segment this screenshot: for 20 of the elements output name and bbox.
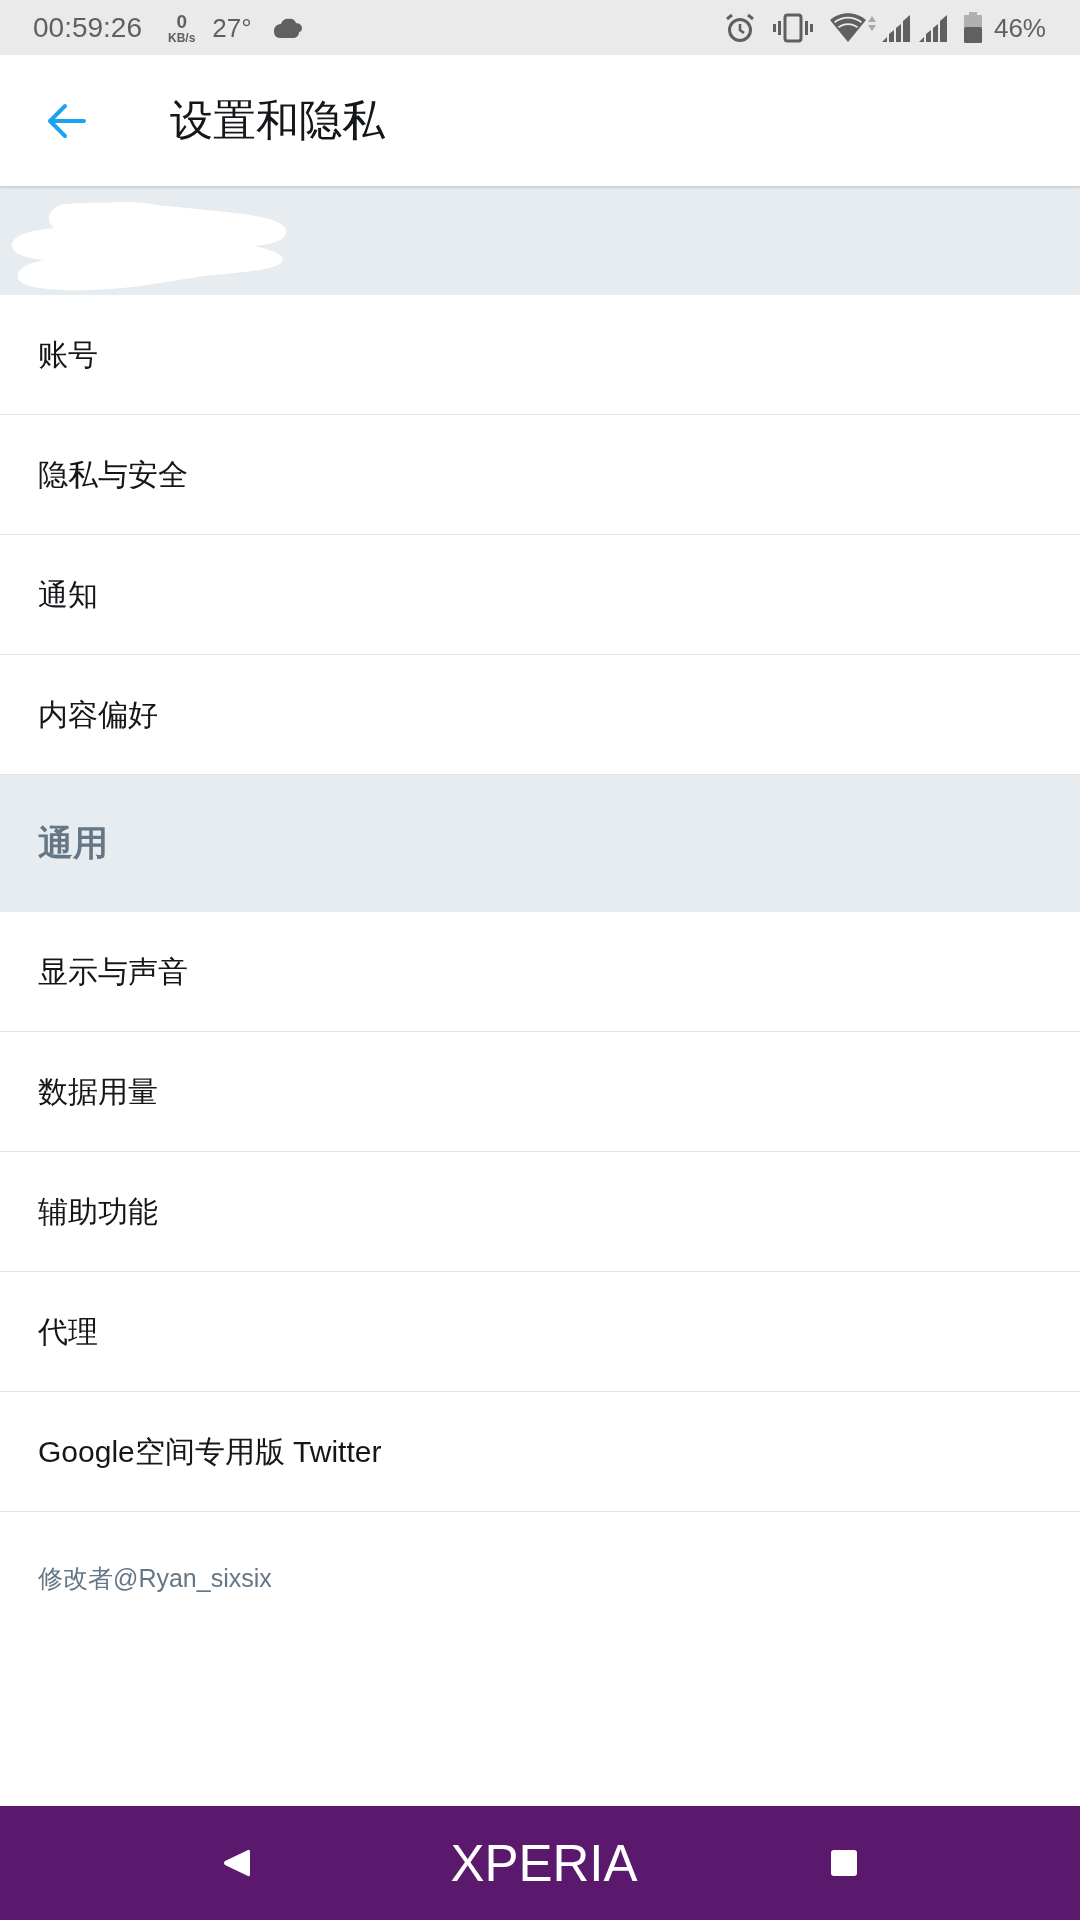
- network-speed-unit: KB/s: [168, 31, 196, 44]
- vibrate-icon: [772, 12, 813, 43]
- network-speed-value: 0: [176, 11, 187, 31]
- page-title: 设置和隐私: [170, 94, 385, 146]
- battery-percentage: 46%: [993, 14, 1046, 41]
- recents-key[interactable]: [830, 1850, 857, 1876]
- section-header: 通用: [0, 775, 1080, 912]
- clock-time: 00:59:26: [33, 13, 142, 42]
- alarm-clock-icon: [724, 12, 755, 43]
- modified-by-note: 修改者@Ryan_sixsix: [38, 1563, 272, 1594]
- back-triangle-icon: [223, 1849, 251, 1877]
- cloud-icon: [273, 17, 302, 38]
- wifi-icon: [829, 12, 876, 43]
- square-icon: [830, 1850, 857, 1876]
- cellular-signal-icon: [918, 13, 948, 42]
- cellular-signal-icon: [881, 13, 911, 42]
- home-key[interactable]: XPERIA: [450, 1837, 638, 1889]
- temperature: 27°: [212, 14, 252, 41]
- back-key[interactable]: [223, 1849, 251, 1877]
- battery-icon: [963, 12, 982, 43]
